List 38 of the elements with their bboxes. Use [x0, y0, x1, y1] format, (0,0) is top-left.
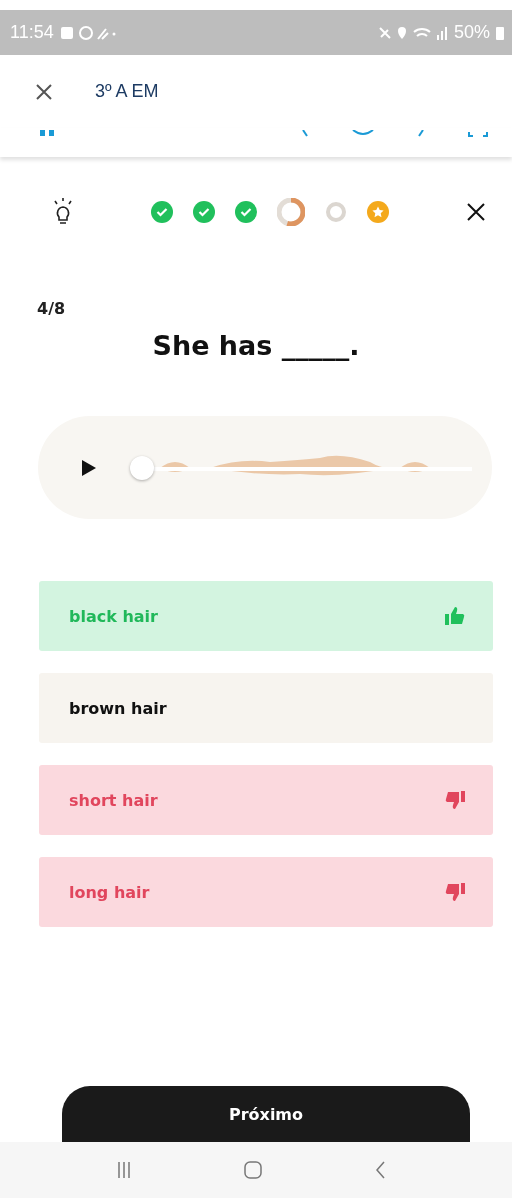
close-icon[interactable]: [35, 82, 53, 101]
completed-step-icon: [151, 201, 173, 223]
battery-percent: 50%: [453, 22, 490, 43]
refresh-icon[interactable]: [352, 130, 374, 138]
battery-icon: [496, 25, 504, 40]
answer-option[interactable]: long hair: [39, 857, 493, 927]
class-title: 3º A EM: [95, 81, 159, 102]
mute-icon: [378, 25, 391, 40]
back-icon[interactable]: [374, 1160, 387, 1180]
home-icon[interactable]: [243, 1160, 263, 1180]
current-step-icon: [277, 198, 305, 226]
fullscreen-icon[interactable]: [468, 130, 488, 138]
close-icon[interactable]: [466, 202, 486, 222]
location-icon: [396, 25, 407, 40]
next-icon[interactable]: [418, 130, 424, 138]
wifi-icon: [412, 26, 431, 39]
notification-icons: [59, 24, 116, 41]
previous-icon[interactable]: [302, 130, 308, 138]
pending-step-icon: [325, 201, 347, 223]
thumbs-down-icon: [445, 791, 465, 809]
question-counter: 4/8: [37, 299, 67, 318]
play-icon[interactable]: [82, 459, 96, 476]
recent-apps-icon[interactable]: [115, 1161, 132, 1179]
status-time: 11:54: [10, 22, 54, 43]
answer-option[interactable]: black hair: [39, 581, 493, 651]
next-button[interactable]: Próximo: [62, 1086, 470, 1142]
thumbs-up-icon: [445, 607, 465, 625]
pause-icon[interactable]: [40, 130, 56, 138]
star-step-icon: [367, 201, 389, 223]
answer-option[interactable]: brown hair: [39, 673, 493, 743]
lightbulb-icon[interactable]: [52, 198, 74, 226]
completed-step-icon: [235, 201, 257, 223]
signal-icon: [436, 25, 448, 40]
answer-option[interactable]: short hair: [39, 765, 493, 835]
completed-step-icon: [193, 201, 215, 223]
audio-slider-thumb[interactable]: [130, 455, 154, 480]
thumbs-down-icon: [445, 883, 465, 901]
question-text: She has _____.: [151, 330, 361, 361]
